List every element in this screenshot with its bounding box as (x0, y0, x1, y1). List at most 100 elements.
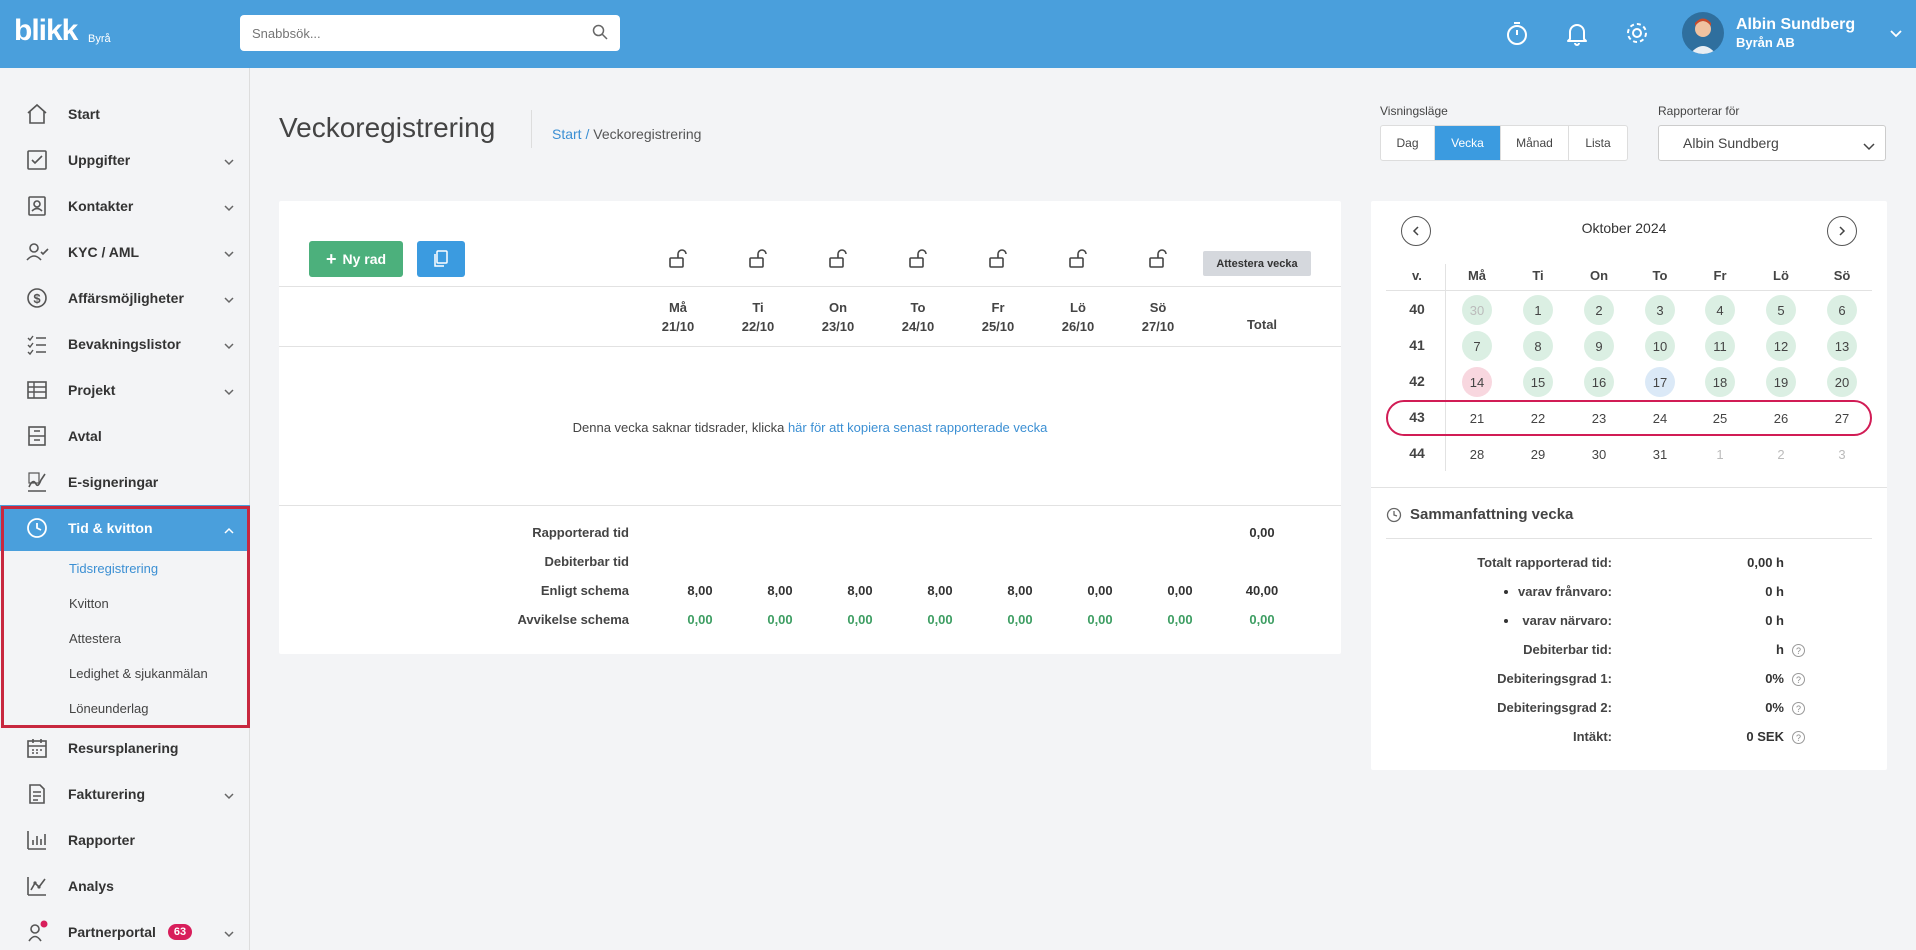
calendar-day[interactable]: 25 (1705, 403, 1735, 433)
calendar-day[interactable]: 31 (1645, 439, 1675, 469)
sidebar-item-rapporter[interactable]: Rapporter (0, 817, 250, 863)
chevron-down-icon[interactable] (224, 153, 234, 169)
view-mode-week-button[interactable]: Vecka (1435, 126, 1501, 160)
calendar-day[interactable]: 30 (1584, 439, 1614, 469)
chevron-down-icon[interactable] (224, 787, 234, 803)
calendar-day[interactable]: 6 (1827, 295, 1857, 325)
search-input[interactable] (252, 25, 592, 41)
week-number[interactable]: 43 (1392, 409, 1442, 425)
search-icon[interactable] (592, 24, 608, 43)
view-mode-month-button[interactable]: Månad (1501, 126, 1569, 160)
unlock-icon[interactable] (906, 247, 930, 271)
bell-icon[interactable] (1561, 17, 1593, 49)
chevron-down-icon[interactable] (224, 337, 234, 353)
calendar-day[interactable]: 11 (1705, 331, 1735, 361)
calendar-day[interactable]: 26 (1766, 403, 1796, 433)
calendar-day[interactable]: 21 (1462, 403, 1492, 433)
sidebar-item-kyc-aml[interactable]: KYC / AML (0, 229, 250, 275)
calendar-day[interactable]: 7 (1462, 331, 1492, 361)
calendar-day[interactable]: 14 (1462, 367, 1492, 397)
calendar-day[interactable]: 2 (1766, 439, 1796, 469)
chevron-down-icon[interactable] (224, 925, 234, 941)
week-number[interactable]: 40 (1392, 301, 1442, 317)
calendar-day[interactable]: 13 (1827, 331, 1857, 361)
sidebar-item-kontakter[interactable]: Kontakter (0, 183, 250, 229)
calendar-day[interactable]: 4 (1705, 295, 1735, 325)
reporter-select[interactable]: Albin Sundberg (1658, 125, 1886, 161)
unlock-icon[interactable] (1066, 247, 1090, 271)
sidebar-item-affärsmöjligheter[interactable]: $ Affärsmöjligheter (0, 275, 250, 321)
calendar-day[interactable]: 9 (1584, 331, 1614, 361)
sidebar-item-projekt[interactable]: Projekt (0, 367, 250, 413)
sidebar-subitem-attestera[interactable]: Attestera (0, 621, 250, 656)
attest-week-button[interactable]: Attestera vecka (1203, 251, 1311, 276)
sidebar-subitem-kvitton[interactable]: Kvitton (0, 586, 250, 621)
sidebar-item-avtal[interactable]: Avtal (0, 413, 250, 459)
calendar-day[interactable]: 12 (1766, 331, 1796, 361)
unlock-icon[interactable] (746, 247, 770, 271)
new-row-button[interactable]: + Ny rad (309, 241, 403, 277)
week-number[interactable]: 44 (1392, 445, 1442, 461)
calendar-day[interactable]: 20 (1827, 367, 1857, 397)
sidebar-item-tid-kvitton[interactable]: Tid & kvitton (0, 505, 250, 551)
help-icon[interactable]: ? (1792, 673, 1805, 686)
calendar-day[interactable]: 1 (1705, 439, 1735, 469)
calendar-day[interactable]: 28 (1462, 439, 1492, 469)
sidebar-item-partnerportal[interactable]: Partnerportal 63 (0, 909, 250, 950)
gear-icon[interactable] (1621, 17, 1653, 49)
calendar-day[interactable]: 23 (1584, 403, 1614, 433)
chevron-down-icon[interactable] (224, 291, 234, 307)
calendar-day[interactable]: 15 (1523, 367, 1553, 397)
calendar-day[interactable]: 5 (1766, 295, 1796, 325)
calendar-day[interactable]: 2 (1584, 295, 1614, 325)
sidebar-item-uppgifter[interactable]: Uppgifter (0, 137, 250, 183)
calendar-day[interactable]: 16 (1584, 367, 1614, 397)
sidebar-item-fakturering[interactable]: Fakturering (0, 771, 250, 817)
week-number[interactable]: 41 (1392, 337, 1442, 353)
sidebar-subitem-tidsregistrering[interactable]: Tidsregistrering (0, 551, 250, 586)
calendar-day[interactable]: 3 (1645, 295, 1675, 325)
chevron-down-icon[interactable] (224, 383, 234, 399)
calendar-day[interactable]: 3 (1827, 439, 1857, 469)
help-icon[interactable]: ? (1792, 702, 1805, 715)
unlock-icon[interactable] (826, 247, 850, 271)
stopwatch-icon[interactable] (1501, 17, 1533, 49)
sidebar-subitem-ledighet-sjukanmälan[interactable]: Ledighet & sjukanmälan (0, 656, 250, 691)
chevron-down-icon[interactable] (1890, 25, 1902, 41)
calendar-day[interactable]: 22 (1523, 403, 1553, 433)
user-name[interactable]: Albin Sundberg (1736, 16, 1855, 34)
app-logo[interactable]: blikk (14, 14, 78, 48)
chevron-up-icon[interactable] (224, 521, 234, 537)
avatar[interactable] (1682, 12, 1724, 54)
help-icon[interactable]: ? (1792, 731, 1805, 744)
breadcrumb-home-link[interactable]: Start (552, 126, 582, 142)
calendar-day[interactable]: 18 (1705, 367, 1735, 397)
copy-last-week-link[interactable]: här för att kopiera senast rapporterade … (788, 420, 1047, 435)
calendar-day[interactable]: 8 (1523, 331, 1553, 361)
unlock-icon[interactable] (666, 247, 690, 271)
chevron-down-icon[interactable] (224, 199, 234, 215)
search-box[interactable] (240, 15, 620, 51)
help-icon[interactable]: ? (1792, 644, 1805, 657)
calendar-day[interactable]: 29 (1523, 439, 1553, 469)
sidebar-item-analys[interactable]: Analys (0, 863, 250, 909)
sidebar-item-e-signeringar[interactable]: E-signeringar (0, 459, 250, 505)
sidebar-item-bevakningslistor[interactable]: Bevakningslistor (0, 321, 250, 367)
unlock-icon[interactable] (1146, 247, 1170, 271)
unlock-icon[interactable] (986, 247, 1010, 271)
calendar-day[interactable]: 17 (1645, 367, 1675, 397)
calendar-day[interactable]: 27 (1827, 403, 1857, 433)
view-mode-list-button[interactable]: Lista (1569, 126, 1627, 160)
copy-week-button[interactable] (417, 241, 465, 277)
calendar-day[interactable]: 24 (1645, 403, 1675, 433)
calendar-day[interactable]: 10 (1645, 331, 1675, 361)
calendar-day[interactable]: 19 (1766, 367, 1796, 397)
sidebar-item-start[interactable]: Start (0, 91, 250, 137)
sidebar-item-resursplanering[interactable]: Resursplanering (0, 725, 250, 771)
calendar-day[interactable]: 30 (1462, 295, 1492, 325)
calendar-day[interactable]: 1 (1523, 295, 1553, 325)
chevron-down-icon[interactable] (224, 245, 234, 261)
sidebar-subitem-löneunderlag[interactable]: Löneunderlag (0, 691, 250, 726)
view-mode-day-button[interactable]: Dag (1381, 126, 1435, 160)
next-month-button[interactable] (1827, 216, 1857, 246)
